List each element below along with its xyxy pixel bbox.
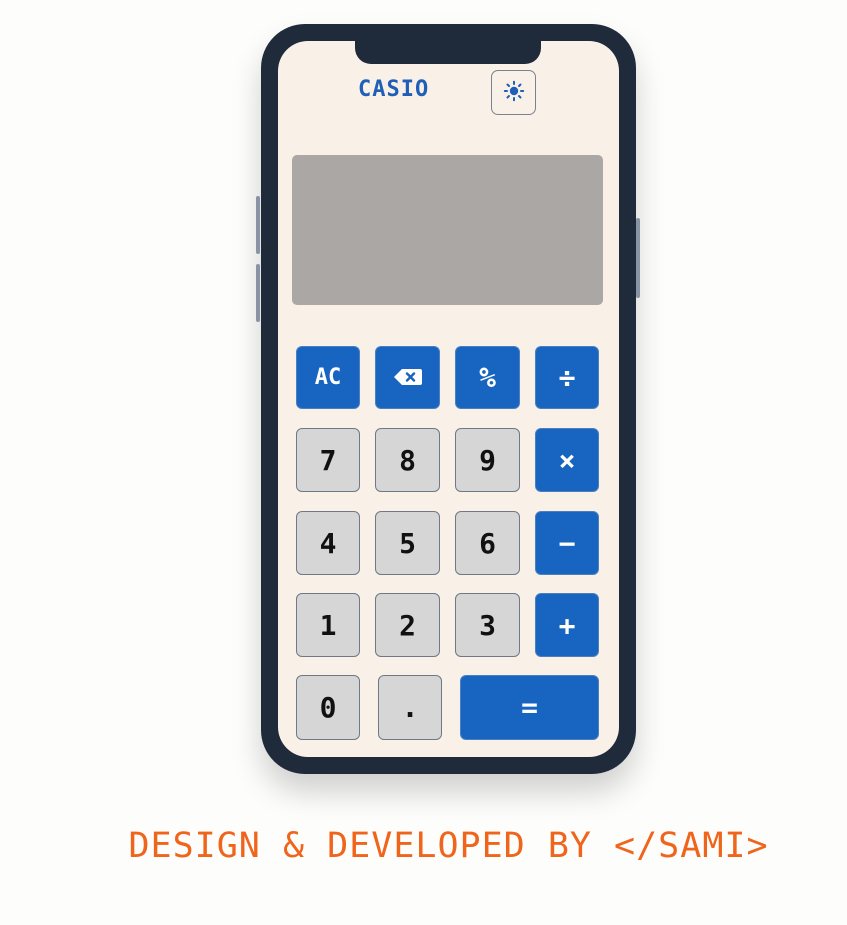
digit-2-button[interactable]: 2: [375, 593, 440, 657]
theme-toggle-button[interactable]: [491, 70, 536, 115]
add-button[interactable]: +: [535, 593, 599, 657]
calculator-screen: CASIO AC % ÷ 7 8 9 × 4 5 6 − 1 2 3 + 0 .…: [278, 41, 619, 757]
backspace-button[interactable]: [375, 346, 440, 409]
digit-6-button[interactable]: 6: [455, 511, 520, 575]
sun-icon: [503, 80, 525, 106]
divide-button[interactable]: ÷: [535, 346, 599, 409]
digit-8-button[interactable]: 8: [375, 428, 440, 492]
power-button: [636, 218, 640, 298]
calculator-display: [292, 155, 603, 305]
brand-logo: CASIO: [358, 77, 430, 102]
decimal-button[interactable]: .: [378, 675, 442, 740]
digit-9-button[interactable]: 9: [455, 428, 520, 492]
developer-credit: DESIGN & DEVELOPED BY </SAMI>: [128, 826, 769, 866]
backspace-icon: [393, 361, 423, 394]
multiply-button[interactable]: ×: [535, 428, 599, 492]
digit-5-button[interactable]: 5: [375, 511, 440, 575]
phone-frame: CASIO AC % ÷ 7 8 9 × 4 5 6 − 1 2 3 + 0 .…: [256, 24, 640, 774]
volume-up-button: [256, 196, 260, 254]
percent-button[interactable]: %: [455, 346, 520, 409]
digit-0-button[interactable]: 0: [296, 675, 360, 740]
all-clear-button[interactable]: AC: [296, 346, 360, 409]
subtract-button[interactable]: −: [535, 511, 599, 575]
volume-down-button: [256, 264, 260, 322]
digit-1-button[interactable]: 1: [296, 593, 360, 657]
digit-4-button[interactable]: 4: [296, 511, 360, 575]
digit-7-button[interactable]: 7: [296, 428, 360, 492]
digit-3-button[interactable]: 3: [455, 593, 520, 657]
phone-notch: [355, 41, 541, 64]
equals-button[interactable]: =: [460, 675, 599, 740]
